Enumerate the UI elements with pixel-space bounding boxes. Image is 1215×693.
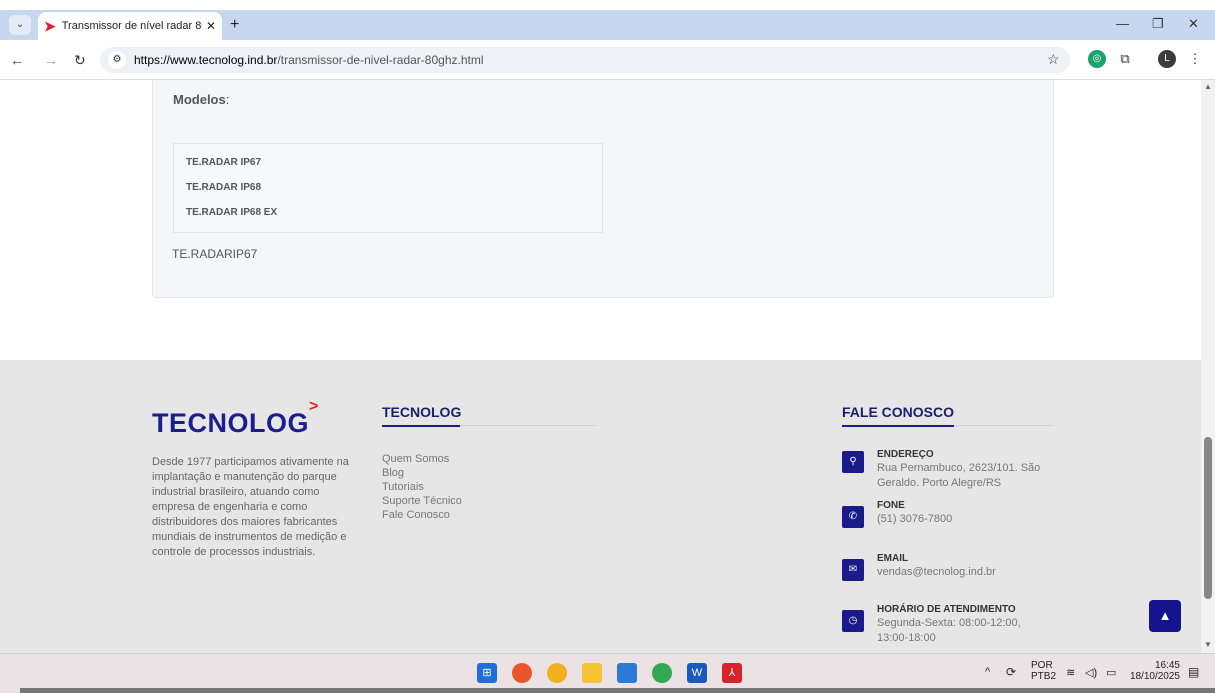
models-heading: Modelos: (173, 92, 229, 107)
contact-value[interactable]: vendas@tecnolog.ind.br (877, 565, 1052, 580)
scrollbar-thumb[interactable] (1204, 437, 1212, 599)
scroll-to-top-button[interactable]: ▲ (1149, 600, 1181, 632)
sync-icon[interactable]: ⟳ (1006, 665, 1016, 679)
divider (842, 425, 1053, 427)
page-content: Modelos: TE.RADAR IP67 TE.RADAR IP68 TE.… (0, 80, 1201, 653)
url-host: https://www.tecnolog.ind.br (134, 53, 278, 67)
models-colon: : (225, 92, 230, 107)
chrome-icon[interactable] (547, 663, 567, 683)
scroll-down-icon[interactable]: ▼ (1204, 640, 1212, 649)
contact-value: Segunda-Sexta: 08:00-12:00, 13:00-18:00 (877, 617, 1021, 644)
url-path: /transmissor-de-nivel-radar-80ghz.html (277, 53, 484, 67)
bookmark-star-icon[interactable]: ☆ (1047, 51, 1060, 68)
footer-link[interactable]: Fale Conosco (382, 508, 462, 522)
firefox-icon[interactable] (512, 663, 532, 683)
about-text: Desde 1977 participamos ativamente na im… (152, 456, 349, 558)
model-item[interactable]: TE.RADAR IP67 (186, 154, 590, 179)
close-window-button[interactable]: ✕ (1188, 16, 1199, 32)
footer-link[interactable]: Suporte Técnico (382, 494, 462, 508)
screen-edge (20, 688, 1215, 693)
product-models-card: Modelos: TE.RADAR IP67 TE.RADAR IP68 TE.… (152, 80, 1054, 298)
notepad-icon[interactable] (617, 663, 637, 683)
divider (382, 425, 596, 427)
models-list: TE.RADAR IP67 TE.RADAR IP68 TE.RADAR IP6… (173, 143, 603, 233)
keyboard-layout: PTB2 (1031, 671, 1057, 682)
models-label: Modelos (173, 92, 226, 107)
volume-icon[interactable]: ◁) (1085, 666, 1097, 679)
battery-icon[interactable]: ▭ (1106, 666, 1116, 679)
language-indicator[interactable]: POR PTB2 (1031, 660, 1056, 682)
email-icon: ✉ (842, 559, 864, 581)
address-toolbar: ← → ↻ ⚙ https://www.tecnolog.ind.br/tran… (0, 40, 1215, 80)
file-explorer-icon[interactable] (582, 663, 602, 683)
contact-label: EMAIL (877, 553, 909, 564)
menu-kebab-icon[interactable]: ⋮ (1186, 50, 1204, 68)
footer-col-title-contact: FALE CONOSCO (842, 404, 955, 420)
tray-chevron-icon[interactable]: ^ (985, 666, 990, 678)
model-description: TE.RADARIP67 (172, 247, 258, 261)
site-footer: TECNOLOG > Desde 1977 participamos ativam… (0, 360, 1201, 653)
tecnolog-logo[interactable]: TECNOLOG > (152, 398, 318, 439)
notifications-icon[interactable]: ▤ (1188, 665, 1199, 679)
site-info-icon[interactable]: ⚙ (108, 51, 126, 69)
back-icon[interactable]: ← (10, 52, 24, 68)
extension-icon[interactable]: ◎ (1088, 50, 1106, 68)
footer-link[interactable]: Quem Somos (382, 452, 462, 466)
acrobat-icon[interactable]: ⅄ (722, 663, 742, 683)
active-tab[interactable]: ➤ Transmissor de nível radar 80GH ✕ (38, 12, 222, 40)
url-input[interactable]: ⚙ https://www.tecnolog.ind.br/transmisso… (100, 47, 1070, 73)
tab-search-button[interactable]: ⌄ (9, 15, 31, 35)
scroll-up-icon[interactable]: ▲ (1204, 82, 1212, 91)
footer-links: Quem Somos Blog Tutoriais Suporte Técnic… (382, 452, 462, 522)
clock-date: 18/10/2025 (1129, 671, 1180, 682)
wifi-icon[interactable]: ≋ (1066, 666, 1075, 679)
clock-time: 16:45 (1154, 660, 1180, 671)
restore-button[interactable]: ❐ (1152, 16, 1164, 32)
phone-icon: ✆ (842, 506, 864, 528)
windows-taskbar: ⊞ W ⅄ ^ ⟳ POR PTB2 ≋ ◁) ▭ 16:45 18/10/20… (0, 653, 1215, 693)
chrome-profile-icon[interactable] (652, 663, 672, 683)
minimize-button[interactable]: — (1116, 16, 1129, 31)
start-icon[interactable]: ⊞ (477, 663, 497, 683)
logo-text: TECNOLOG (152, 408, 309, 438)
extensions-puzzle-icon[interactable]: ⧉ (1116, 50, 1134, 68)
contact-label: FONE (877, 500, 905, 511)
footer-link[interactable]: Tutoriais (382, 480, 462, 494)
logo-chevron-icon: > (309, 398, 319, 415)
model-item[interactable]: TE.RADAR IP68 EX (186, 204, 590, 229)
clock[interactable]: 16:45 18/10/2025 (1128, 660, 1180, 682)
page-scrollbar[interactable]: ▲ ▼ (1201, 80, 1215, 653)
forward-icon[interactable]: → (44, 52, 58, 68)
model-item[interactable]: TE.RADAR IP68 (186, 179, 590, 204)
contact-value: Rua Pernambuco, 2623/101. São Geraldo. P… (877, 462, 1041, 489)
language-code: POR (1031, 660, 1053, 671)
new-tab-button[interactable]: + (230, 16, 239, 34)
word-icon[interactable]: W (687, 663, 707, 683)
reload-icon[interactable]: ↻ (74, 52, 86, 69)
contact-label: HORÁRIO DE ATENDIMENTO (877, 604, 1016, 615)
site-favicon-icon: ➤ (44, 17, 56, 34)
footer-link[interactable]: Blog (382, 466, 462, 480)
contact-value[interactable]: (51) 3076-7800 (877, 512, 1052, 527)
tab-title: Transmissor de nível radar 80GH (61, 20, 202, 32)
tab-close-icon[interactable]: ✕ (206, 19, 216, 33)
clock-icon: ◷ (842, 610, 864, 632)
contact-label: ENDEREÇO (877, 449, 934, 460)
tab-bar: ⌄ ➤ Transmissor de nível radar 80GH ✕ + … (0, 0, 1215, 40)
footer-col-title-tecnolog: TECNOLOG (382, 404, 462, 420)
profile-avatar[interactable]: L (1158, 50, 1176, 68)
location-icon: ⚲ (842, 451, 864, 473)
